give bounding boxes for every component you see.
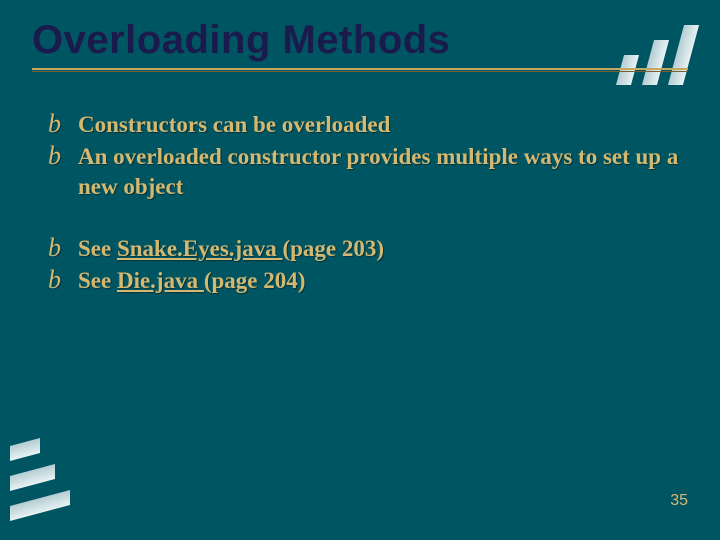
bullet-icon: b [48,110,78,138]
link-text: Die.java [117,268,204,293]
prefix-text: See [78,268,117,293]
prefix-text: See [78,236,117,261]
decorative-bars-top [610,25,710,85]
decorative-bars-bottom [10,432,70,532]
bullet-text: See Snake.Eyes.java (page 203) [78,234,384,264]
title-underline [32,68,688,72]
bullet-icon: b [48,142,78,170]
bullet-item: b See Snake.Eyes.java (page 203) [48,234,690,264]
bullet-icon: b [48,234,78,262]
page-number: 35 [670,492,688,510]
bullet-group-2: b See Snake.Eyes.java (page 203) b See D… [48,234,690,296]
slide-title: Overloading Methods [32,18,450,63]
suffix-text: (page 204) [204,268,306,293]
suffix-text: (page 203) [282,236,384,261]
bullet-item: b Constructors can be overloaded [48,110,690,140]
bullet-group-1: b Constructors can be overloaded b An ov… [48,110,690,202]
bullet-text: See Die.java (page 204) [78,266,305,296]
bullet-text: An overloaded constructor provides multi… [78,142,690,202]
bullet-item: b An overloaded constructor provides mul… [48,142,690,202]
slide-content: b Constructors can be overloaded b An ov… [48,110,690,328]
bullet-text: Constructors can be overloaded [78,110,390,140]
bullet-icon: b [48,266,78,294]
bullet-item: b See Die.java (page 204) [48,266,690,296]
link-text: Snake.Eyes.java [117,236,283,261]
